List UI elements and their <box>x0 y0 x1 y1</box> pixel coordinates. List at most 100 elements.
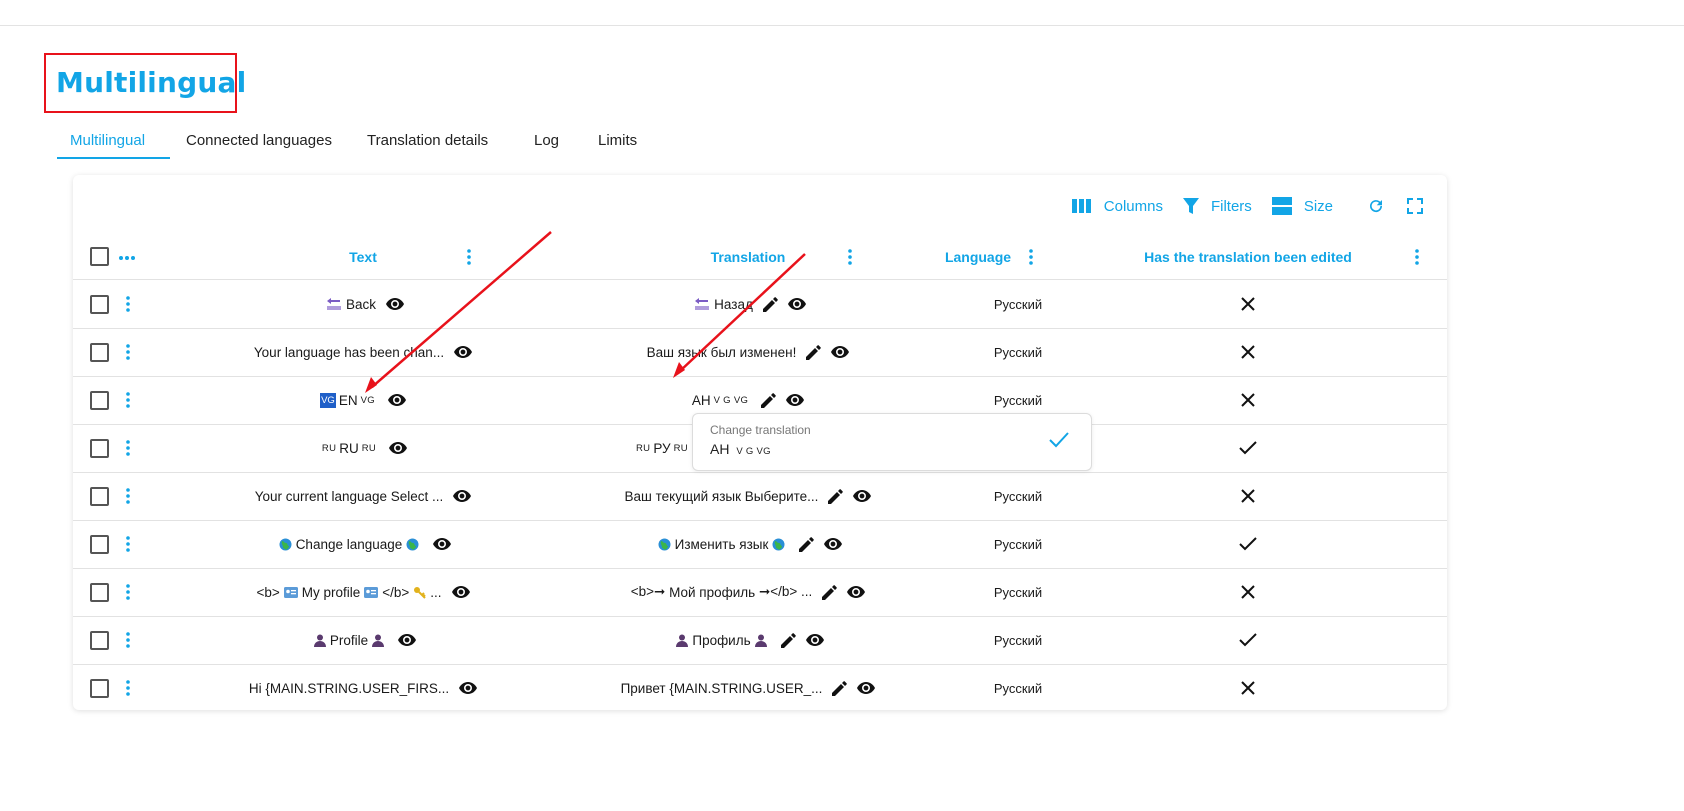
eye-icon[interactable] <box>389 442 408 454</box>
column-header-translation[interactable]: Translation <box>648 235 848 279</box>
row-menu-icon[interactable] <box>126 680 130 696</box>
eye-icon[interactable] <box>433 538 452 550</box>
row-actions-header-icon[interactable] <box>119 256 135 260</box>
translation-value: Назад <box>714 296 753 312</box>
row-menu-icon[interactable] <box>126 440 130 456</box>
eye-icon[interactable] <box>805 634 824 646</box>
eye-icon[interactable] <box>786 394 805 406</box>
id-card-icon <box>364 586 379 598</box>
row-checkbox[interactable] <box>90 487 109 506</box>
tab-connected-languages[interactable]: Connected languages <box>186 132 332 149</box>
cell-translation: Профиль <box>533 616 963 664</box>
eye-icon[interactable] <box>459 682 478 694</box>
page-title: Multilingual <box>56 66 247 99</box>
column-header-text[interactable]: Text <box>263 235 463 279</box>
table-row: Change language Изменить язык Русский <box>73 520 1447 569</box>
pencil-icon[interactable] <box>822 584 838 600</box>
table-row: Back Назад Русский <box>73 280 1447 329</box>
row-checkbox[interactable] <box>90 535 109 554</box>
tab-limits[interactable]: Limits <box>598 132 637 149</box>
column-menu-translation-icon[interactable] <box>848 249 852 265</box>
row-menu-icon[interactable] <box>126 488 130 504</box>
table-row: Your current language Select ... Ваш тек… <box>73 472 1447 521</box>
table-row: Hi {MAIN.STRING.USER_FIRS... Привет {MAI… <box>73 664 1447 712</box>
text-value: Back <box>345 296 376 312</box>
eye-icon[interactable] <box>387 394 406 406</box>
eye-icon[interactable] <box>847 586 866 598</box>
eye-icon[interactable] <box>386 298 404 310</box>
pencil-icon[interactable] <box>799 536 815 552</box>
cell-text: Hi {MAIN.STRING.USER_FIRS... <box>213 664 513 712</box>
person-icon <box>372 634 385 647</box>
row-menu-icon[interactable] <box>126 392 130 408</box>
cell-text: RU RU RU <box>213 424 513 472</box>
eye-icon[interactable] <box>454 346 473 358</box>
table-header: Text Translation Language Has the transl… <box>73 235 1447 280</box>
active-tab-indicator <box>57 157 170 159</box>
row-checkbox[interactable] <box>90 295 109 314</box>
select-all-checkbox[interactable] <box>90 247 109 266</box>
key-icon <box>413 586 426 599</box>
pencil-icon[interactable] <box>762 296 778 312</box>
text-value: RU <box>339 440 359 456</box>
not-edited-icon <box>1233 664 1263 712</box>
eye-icon[interactable] <box>857 682 876 694</box>
pencil-icon[interactable] <box>828 488 844 504</box>
tab-log[interactable]: Log <box>534 132 559 149</box>
filters-label: Filters <box>1210 197 1252 215</box>
pencil-icon[interactable] <box>780 632 796 648</box>
column-menu-language-icon[interactable] <box>1029 249 1033 265</box>
row-checkbox[interactable] <box>90 343 109 362</box>
eye-icon[interactable] <box>453 490 472 502</box>
change-translation-input[interactable]: АН V G VG <box>710 441 774 457</box>
row-checkbox[interactable] <box>90 439 109 458</box>
row-checkbox[interactable] <box>90 391 109 410</box>
row-checkbox[interactable] <box>90 631 109 650</box>
text-prefix: VG <box>320 392 336 408</box>
fullscreen-icon[interactable] <box>1407 198 1423 214</box>
text-value: My profile <box>301 584 361 600</box>
tab-multilingual[interactable]: Multilingual <box>70 132 145 149</box>
eye-icon[interactable] <box>831 346 850 358</box>
row-checkbox[interactable] <box>90 679 109 698</box>
cell-language: Русский <box>993 680 1043 696</box>
top-divider <box>0 25 1684 26</box>
person-icon <box>313 634 326 647</box>
row-menu-icon[interactable] <box>126 536 130 552</box>
column-menu-text-icon[interactable] <box>467 249 471 265</box>
column-header-language[interactable]: Language <box>918 235 1038 279</box>
person-icon <box>676 634 689 647</box>
not-edited-icon <box>1233 376 1263 424</box>
column-header-edited[interactable]: Has the translation been edited <box>1103 235 1393 279</box>
back-arrow-icon <box>326 297 342 311</box>
tab-translation-details[interactable]: Translation details <box>367 132 488 149</box>
cell-language: Русский <box>993 584 1043 600</box>
confirm-check-icon[interactable] <box>1049 432 1069 453</box>
refresh-icon[interactable] <box>1367 197 1385 215</box>
cell-translation: Изменить язык <box>533 520 963 568</box>
row-menu-icon[interactable] <box>126 632 130 648</box>
cell-text: Profile <box>213 616 513 664</box>
pencil-icon[interactable] <box>761 392 776 408</box>
text-tail: ... <box>430 584 442 600</box>
person-icon <box>754 634 767 647</box>
eye-icon[interactable] <box>451 586 470 598</box>
row-menu-icon[interactable] <box>126 344 130 360</box>
eye-icon[interactable] <box>853 490 872 502</box>
eye-icon[interactable] <box>787 298 806 310</box>
row-checkbox[interactable] <box>90 583 109 602</box>
row-menu-icon[interactable] <box>126 296 130 312</box>
translation-value: Мой профиль <box>669 584 756 600</box>
row-menu-icon[interactable] <box>126 584 130 600</box>
cell-text: Back <box>213 280 513 328</box>
translation-value: Привет {MAIN.STRING.USER_... <box>620 680 823 696</box>
columns-button[interactable]: Columns <box>1071 198 1163 215</box>
column-menu-edited-icon[interactable] <box>1415 249 1419 265</box>
filters-button[interactable]: Filters <box>1182 197 1252 215</box>
pencil-icon[interactable] <box>832 680 848 696</box>
eye-icon[interactable] <box>398 634 417 646</box>
translation-value: Изменить язык <box>674 536 769 552</box>
pencil-icon[interactable] <box>806 344 822 360</box>
size-button[interactable]: Size <box>1271 197 1333 215</box>
eye-icon[interactable] <box>824 538 843 550</box>
